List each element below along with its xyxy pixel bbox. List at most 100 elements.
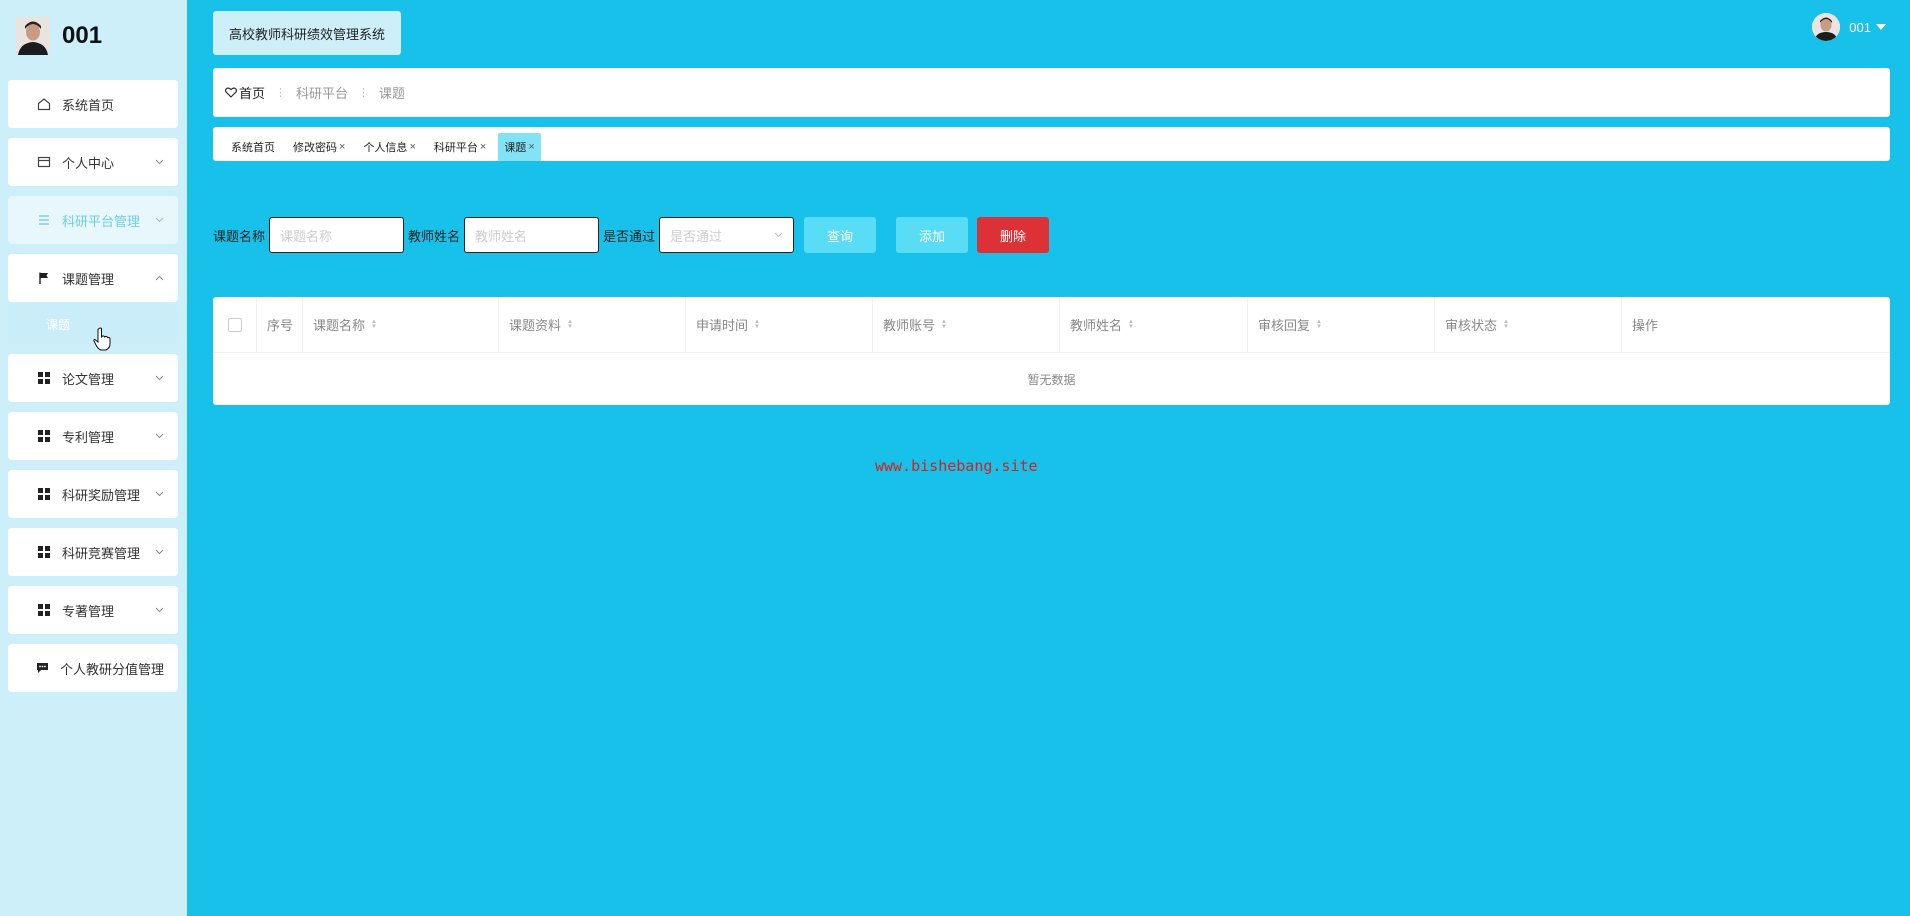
flag-icon bbox=[36, 270, 52, 286]
query-button[interactable]: 查询 bbox=[804, 217, 877, 253]
column-header-label: 审核回复 bbox=[1258, 318, 1311, 333]
sidebar-item-paper-management[interactable]: 论文管理 bbox=[8, 354, 178, 402]
sidebar-item-label: 课题管理 bbox=[62, 271, 115, 287]
chevron-down-icon bbox=[154, 373, 164, 383]
avatar[interactable] bbox=[16, 17, 50, 55]
sort-icon[interactable]: ▲ ▼ bbox=[371, 319, 377, 330]
column-header-topic-material[interactable]: 课题资料 ▲ ▼ bbox=[499, 297, 686, 352]
tab-home[interactable]: 系统首页 bbox=[225, 139, 281, 161]
user-name: 001 bbox=[1849, 19, 1871, 35]
column-header-label: 教师账号 bbox=[883, 318, 936, 333]
tab-topic[interactable]: 课题 × bbox=[498, 133, 541, 161]
close-icon[interactable]: × bbox=[528, 141, 534, 153]
tab-change-password[interactable]: 修改密码 × bbox=[287, 139, 351, 161]
breadcrumb-separator: ⋮ bbox=[275, 87, 287, 99]
column-header-label: 申请时间 bbox=[696, 318, 749, 333]
sort-icon[interactable]: ▲ ▼ bbox=[1316, 319, 1322, 330]
sidebar-item-score-management[interactable]: 个人教研分值管理 bbox=[8, 644, 178, 692]
sidebar-item-label: 个人教研分值管理 bbox=[59, 661, 164, 677]
chevron-down-icon bbox=[154, 605, 164, 615]
column-header-label: 序号 bbox=[267, 318, 294, 333]
username: 001 bbox=[62, 22, 103, 49]
message-icon bbox=[36, 660, 50, 676]
breadcrumb-home[interactable]: 首页 bbox=[225, 83, 265, 102]
tab-personal-info[interactable]: 个人信息 × bbox=[357, 139, 421, 161]
grid-icon bbox=[36, 428, 52, 444]
system-title: 高校教师科研绩效管理系统 bbox=[213, 11, 401, 55]
tab-bar: 系统首页 修改密码 × 个人信息 × 科研平台 × 课题 × bbox=[213, 127, 1890, 161]
table-empty-text: 暂无数据 bbox=[1027, 372, 1076, 387]
tab-research-platform[interactable]: 科研平台 × bbox=[428, 139, 492, 161]
close-icon[interactable]: × bbox=[339, 141, 345, 153]
sidebar-subitem-label: 课题 bbox=[46, 317, 71, 332]
sort-icon[interactable]: ▲ ▼ bbox=[1128, 319, 1134, 330]
breadcrumb-item: 课题 bbox=[379, 86, 406, 101]
sidebar-item-research-platform[interactable]: 科研平台管理 bbox=[8, 196, 178, 244]
watermark-text: www.bishebang.site bbox=[875, 457, 1038, 475]
chevron-down-icon bbox=[154, 489, 164, 499]
column-header-label: 教师姓名 bbox=[1070, 318, 1123, 333]
user-menu[interactable]: 001 bbox=[1812, 13, 1886, 41]
sidebar-item-label: 科研平台管理 bbox=[62, 213, 141, 229]
list-icon bbox=[36, 212, 52, 228]
column-header-teacher-account[interactable]: 教师账号 ▲ ▼ bbox=[873, 297, 1060, 352]
sort-icon[interactable]: ▲ ▼ bbox=[567, 319, 573, 330]
teacher-name-input[interactable]: 教师姓名 bbox=[464, 217, 600, 253]
caret-down-icon bbox=[1876, 24, 1886, 30]
passed-label: 是否通过 bbox=[603, 228, 656, 244]
sidebar-item-label: 系统首页 bbox=[62, 97, 115, 113]
sort-icon[interactable]: ▲ ▼ bbox=[1503, 319, 1509, 330]
grid-icon bbox=[36, 602, 52, 618]
column-header-topic-name[interactable]: 课题名称 ▲ ▼ bbox=[303, 297, 499, 352]
grid-icon bbox=[36, 544, 52, 560]
sidebar-item-label: 科研奖励管理 bbox=[62, 487, 141, 503]
table-header: 序号 课题名称 ▲ ▼ 课题资料 ▲ ▼ 申请时间 ▲ ▼ 教师账号 ▲ ▼ 教师姓名 … bbox=[213, 297, 1890, 353]
wallet-icon bbox=[36, 154, 52, 170]
column-header-label: 审核状态 bbox=[1445, 318, 1498, 333]
sidebar-menu: 系统首页 个人中心 科研平台管理 课题管理 课题 论文管理 专利管理 科研奖励管… bbox=[8, 80, 178, 702]
sidebar-item-competition-management[interactable]: 科研竞赛管理 bbox=[8, 528, 178, 576]
sidebar-item-award-management[interactable]: 科研奖励管理 bbox=[8, 470, 178, 518]
close-icon[interactable]: × bbox=[409, 141, 415, 153]
column-header-review-reply[interactable]: 审核回复 ▲ ▼ bbox=[1248, 297, 1435, 352]
passed-select[interactable]: 是否通过 bbox=[659, 217, 795, 253]
tab-label: 修改密码 bbox=[293, 142, 337, 154]
topic-name-input[interactable]: 课题名称 bbox=[269, 217, 405, 253]
select-all-checkbox[interactable] bbox=[227, 317, 242, 332]
sort-icon[interactable]: ▲ ▼ bbox=[941, 319, 947, 330]
column-header-apply-time[interactable]: 申请时间 ▲ ▼ bbox=[686, 297, 873, 352]
add-button[interactable]: 添加 bbox=[896, 217, 969, 253]
user-avatar[interactable] bbox=[1812, 13, 1841, 41]
select-all-cell bbox=[213, 297, 257, 352]
breadcrumb: 首页 ⋮ 科研平台 ⋮ 课题 bbox=[213, 68, 1890, 117]
passed-select-placeholder: 是否通过 bbox=[670, 228, 723, 244]
sidebar-item-label: 专利管理 bbox=[62, 429, 115, 445]
sidebar-item-personal-center[interactable]: 个人中心 bbox=[8, 138, 178, 186]
sidebar-item-topic-management[interactable]: 课题管理 bbox=[8, 254, 178, 302]
column-header-review-status[interactable]: 审核状态 ▲ ▼ bbox=[1435, 297, 1622, 352]
sidebar-item-label: 论文管理 bbox=[62, 371, 115, 387]
heart-icon bbox=[225, 87, 237, 98]
sidebar-item-label: 专著管理 bbox=[62, 603, 115, 619]
tab-label: 系统首页 bbox=[231, 142, 275, 154]
sidebar: 001 系统首页 个人中心 科研平台管理 课题管理 课题 论文管理 专利管理 科… bbox=[0, 0, 187, 916]
chevron-down-icon bbox=[774, 232, 783, 238]
data-table: 序号 课题名称 ▲ ▼ 课题资料 ▲ ▼ 申请时间 ▲ ▼ 教师账号 ▲ ▼ 教师姓名 … bbox=[213, 297, 1890, 405]
chevron-down-icon bbox=[154, 431, 164, 441]
sort-icon[interactable]: ▲ ▼ bbox=[754, 319, 760, 330]
sidebar-item-home[interactable]: 系统首页 bbox=[8, 80, 178, 128]
chevron-down-icon bbox=[154, 157, 164, 167]
sidebar-item-patent-management[interactable]: 专利管理 bbox=[8, 412, 178, 460]
sidebar-item-label: 个人中心 bbox=[62, 155, 115, 171]
delete-button[interactable]: 删除 bbox=[977, 217, 1050, 253]
sidebar-item-label: 科研竞赛管理 bbox=[62, 545, 141, 561]
breadcrumb-item[interactable]: 科研平台 bbox=[296, 83, 348, 102]
breadcrumb-home-label: 首页 bbox=[239, 86, 266, 101]
chevron-down-icon bbox=[154, 547, 164, 557]
column-header-teacher-name[interactable]: 教师姓名 ▲ ▼ bbox=[1060, 297, 1248, 352]
column-header-label: 操作 bbox=[1632, 318, 1659, 333]
close-icon[interactable]: × bbox=[480, 141, 486, 153]
sidebar-item-monograph-management[interactable]: 专著管理 bbox=[8, 586, 178, 634]
home-icon bbox=[36, 96, 52, 112]
breadcrumb-separator: ⋮ bbox=[358, 87, 370, 99]
